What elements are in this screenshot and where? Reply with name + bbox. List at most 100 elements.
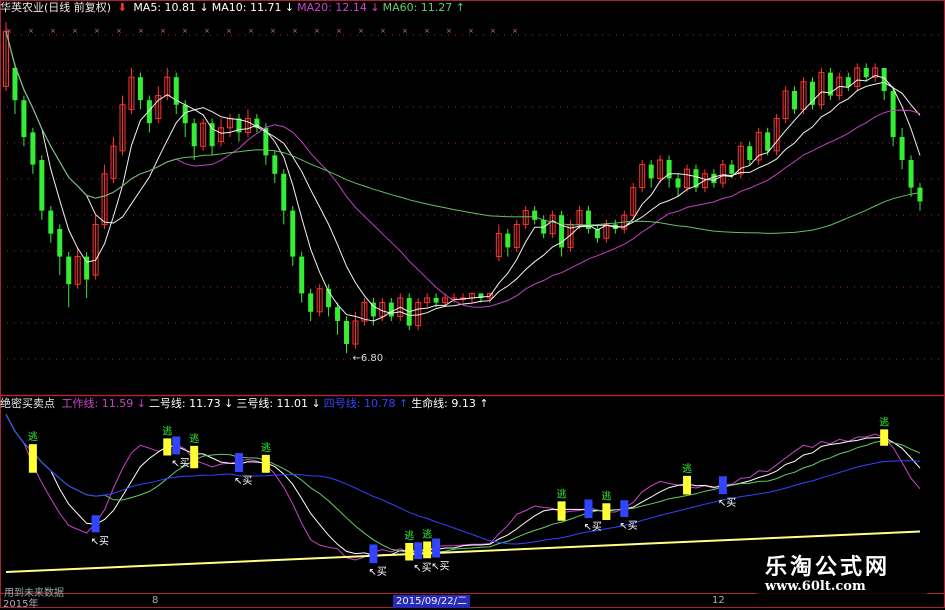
candle-down bbox=[532, 210, 538, 220]
top-marker: × bbox=[402, 27, 408, 35]
top-marker: × bbox=[336, 27, 342, 35]
candle-down bbox=[899, 137, 905, 160]
sell-signal-bar bbox=[405, 543, 414, 561]
candle-down bbox=[39, 160, 45, 211]
ma5-line bbox=[5, 31, 921, 322]
buy-signal-bar bbox=[91, 515, 100, 533]
buy-label: ↖买 bbox=[431, 561, 449, 573]
kline-chart[interactable]: × × × × × × × × × × × × × × × × × × × × × × × × ←6.80 逃↖买逃↖买逃↖买… bbox=[0, 0, 945, 609]
buy-label: ↖买 bbox=[619, 520, 637, 532]
ma-legend-item: MA5: 10.81 ↓ bbox=[133, 1, 209, 14]
top-marker: × bbox=[204, 27, 210, 35]
candle-down bbox=[344, 321, 350, 344]
buy-label: ↖买 bbox=[234, 475, 252, 487]
candle-down bbox=[765, 132, 771, 151]
candle-down bbox=[863, 68, 869, 78]
indicator-legend-item: 生命线: 9.13 ↑ bbox=[411, 397, 489, 410]
sell-signal-bar bbox=[163, 438, 172, 456]
buy-label: ↖买 bbox=[413, 562, 431, 574]
sell-signal-bar bbox=[557, 501, 566, 521]
candle-down bbox=[505, 233, 511, 248]
top-marker: × bbox=[446, 27, 452, 35]
ma-legend-item: MA20: 12.14 ↓ bbox=[297, 1, 380, 14]
stock-name: 华英农业(日线 前复权) bbox=[0, 1, 112, 14]
buy-label: ↖买 bbox=[583, 521, 601, 533]
ma20-line bbox=[5, 31, 921, 308]
escape-label: 逃 bbox=[422, 528, 432, 541]
top-marker: × bbox=[314, 27, 320, 35]
top-marker: × bbox=[50, 27, 56, 35]
top-marker: × bbox=[292, 27, 298, 35]
escape-label: 逃 bbox=[28, 430, 38, 443]
escape-label: 逃 bbox=[682, 462, 692, 475]
buy-signal-bar bbox=[172, 436, 181, 455]
buy-signal-bar bbox=[432, 538, 441, 558]
top-marker: × bbox=[358, 27, 364, 35]
buy-label: ↖买 bbox=[91, 535, 109, 547]
cursor-date-label: 2015/09/22/二 bbox=[393, 595, 471, 608]
top-marker: × bbox=[380, 27, 386, 35]
candle-down bbox=[917, 187, 923, 202]
buy-label: ↖买 bbox=[368, 566, 386, 578]
escape-label: 逃 bbox=[404, 529, 414, 542]
candle-down bbox=[792, 91, 798, 110]
escape-label: 逃 bbox=[879, 415, 889, 428]
axis-label-year: 2015年 bbox=[3, 599, 39, 610]
top-marker: × bbox=[116, 27, 122, 35]
axis-label-month-8: 8 bbox=[152, 595, 159, 606]
main-legend: 华英农业(日线 前复权) ⬇ MA5: 10.81 ↓ MA10: 11.71 ↓… bbox=[0, 0, 471, 16]
ma60-line bbox=[5, 31, 921, 234]
buy-signal-bar bbox=[584, 499, 593, 519]
candle-down bbox=[281, 173, 287, 211]
buy-signal-bar bbox=[414, 542, 423, 559]
low-price-label: ←6.80 bbox=[353, 353, 384, 364]
sell-signal-bar bbox=[880, 429, 889, 446]
line-two bbox=[5, 414, 921, 556]
top-marker: × bbox=[512, 27, 518, 35]
buy-signal-bar bbox=[620, 500, 629, 517]
watermark-title: 乐淘公式网 bbox=[765, 555, 891, 580]
candlestick-series[interactable]: ←6.80 bbox=[3, 22, 923, 364]
candle-down bbox=[335, 307, 341, 321]
moving-average-lines bbox=[5, 31, 921, 322]
candle-down bbox=[272, 155, 278, 174]
candle-down bbox=[299, 256, 305, 294]
escape-label: 逃 bbox=[162, 424, 172, 437]
candle-down bbox=[388, 302, 394, 317]
candle-down bbox=[747, 146, 753, 160]
candle-down bbox=[57, 229, 63, 257]
escape-label: 逃 bbox=[189, 432, 199, 445]
indicator-legend: 绝密买卖点 工作线: 11.59 ↓ 二号线: 11.73 ↓ 三号线: 11.01… bbox=[0, 396, 495, 412]
buy-signal-bar bbox=[234, 453, 243, 472]
line-four bbox=[5, 414, 921, 545]
top-marker: × bbox=[28, 27, 34, 35]
top-marker: × bbox=[160, 27, 166, 35]
candle-down bbox=[48, 210, 54, 234]
candle-down bbox=[290, 210, 296, 257]
sell-signal-bar bbox=[261, 454, 270, 473]
top-marker: × bbox=[248, 27, 254, 35]
candle-down bbox=[433, 298, 439, 303]
watermark: 乐淘公式网 www.60lt.com bbox=[757, 547, 927, 599]
candle-down bbox=[308, 293, 314, 312]
buy-signal-bar bbox=[369, 544, 378, 564]
candle-down bbox=[648, 164, 654, 179]
candle-down bbox=[711, 173, 717, 183]
top-marker: × bbox=[94, 27, 100, 35]
sell-signal-bar bbox=[423, 541, 432, 559]
top-marker: × bbox=[138, 27, 144, 35]
top-marker: × bbox=[182, 27, 188, 35]
indicator-legend-item: 工作线: 11.59 ↓ bbox=[61, 397, 146, 410]
ma-legend-item: MA60: 11.27 ↑ bbox=[382, 1, 465, 14]
top-marker: × bbox=[490, 27, 496, 35]
indicator-legend-item: 二号线: 11.73 ↓ bbox=[148, 397, 234, 410]
candle-down bbox=[890, 91, 896, 137]
candle-down bbox=[845, 77, 851, 87]
buy-label: ↖买 bbox=[718, 497, 736, 509]
indicator-name: 绝密买卖点 bbox=[0, 397, 55, 410]
sell-signal-bar bbox=[683, 475, 692, 495]
escape-label: 逃 bbox=[557, 487, 567, 500]
indicator-legend-item: 三号线: 11.01 ↓ bbox=[236, 397, 321, 410]
candle-down bbox=[21, 100, 27, 137]
top-marker: × bbox=[226, 27, 232, 35]
